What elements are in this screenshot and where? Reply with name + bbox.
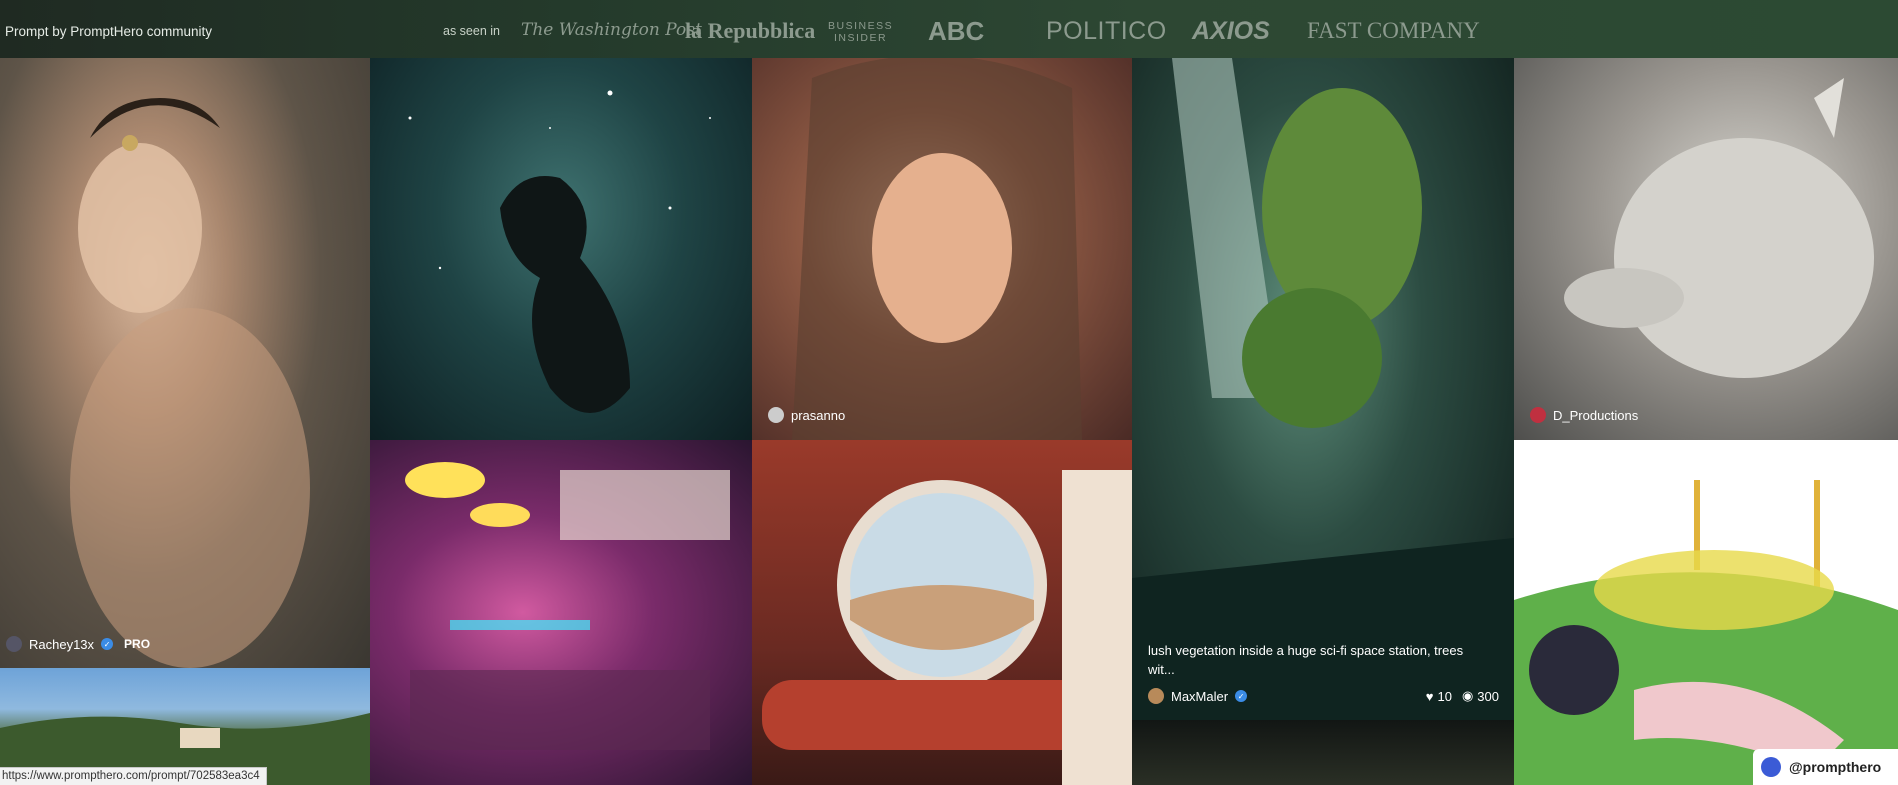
author-name: prasanno — [791, 407, 846, 423]
image-tile-neon-shop[interactable] — [370, 440, 752, 785]
tile-artwork — [792, 58, 1082, 440]
tile-author[interactable]: prasanno — [768, 407, 845, 423]
eye-icon: ◉ — [1461, 688, 1474, 703]
tile-artwork — [70, 98, 310, 668]
image-tile-anime-girl[interactable] — [1514, 440, 1898, 785]
verified-icon: ✓ — [101, 638, 114, 650]
header-bar: Prompt by PromptHero community as seen i… — [0, 0, 1898, 58]
likes-count: 10 — [1437, 688, 1452, 704]
logo-politico: POLITICO — [1046, 17, 1167, 45]
prompt-credit: Prompt by PromptHero community — [5, 24, 213, 39]
avatar — [6, 636, 22, 652]
tile-artwork — [408, 90, 711, 413]
image-tile-round-window-room[interactable] — [752, 440, 1132, 785]
author-name: D_Productions — [1553, 407, 1639, 423]
tile-author[interactable]: Rachey13x ✓ PRO — [6, 636, 150, 652]
pro-badge: PRO — [124, 637, 151, 651]
prompthero-handle[interactable]: @prompthero — [1753, 749, 1898, 785]
avatar — [1530, 407, 1546, 423]
tile-stats: ♥ 10 ◉ 300 — [1426, 688, 1499, 704]
logo-washington-post: The Washington Post — [521, 20, 702, 40]
logo-business-insider: BUSINESS INSIDER — [828, 20, 894, 44]
tile-author[interactable]: MaxMaler ✓ — [1148, 688, 1248, 704]
avatar — [1148, 688, 1164, 704]
heart-icon[interactable]: ♥ — [1426, 689, 1434, 704]
handle-text: @prompthero — [1789, 759, 1882, 775]
image-tile-partial[interactable] — [1132, 720, 1514, 785]
logo-fast-company: FAST COMPANY — [1307, 18, 1480, 43]
image-tile-wolf-dragon[interactable]: D_Productions — [1514, 58, 1898, 440]
image-tile-space-station[interactable]: lush vegetation inside a huge sci-fi spa… — [1132, 58, 1514, 720]
logo-axios: AXIOS — [1192, 17, 1270, 45]
tile-artwork — [1564, 78, 1874, 378]
tile-artwork — [405, 462, 730, 750]
logo-la-repubblica: la Repubblica — [685, 18, 816, 43]
image-tile-portrait-woman[interactable]: Rachey13x ✓ PRO — [0, 58, 370, 668]
as-seen-in-label: as seen in — [443, 24, 500, 38]
prompt-text: lush vegetation inside a huge sci-fi spa… — [1148, 643, 1464, 677]
author-name: Rachey13x — [29, 636, 95, 652]
tile-artwork — [1132, 58, 1514, 720]
image-tile-dinosaur-stars[interactable] — [370, 58, 752, 440]
verified-icon: ✓ — [1235, 690, 1248, 702]
author-name: MaxMaler — [1171, 688, 1229, 704]
avatar — [768, 407, 784, 423]
tile-author[interactable]: D_Productions — [1530, 407, 1638, 423]
prompthero-logo-icon — [1761, 757, 1781, 777]
tile-artwork — [762, 470, 1132, 785]
status-bar-url: https://www.prompthero.com/prompt/702583… — [0, 767, 267, 785]
logo-abc: ABC — [928, 16, 985, 46]
views-count: 300 — [1477, 688, 1499, 704]
image-tile-portrait-man[interactable]: prasanno — [752, 58, 1132, 440]
tile-artwork — [1514, 480, 1898, 785]
